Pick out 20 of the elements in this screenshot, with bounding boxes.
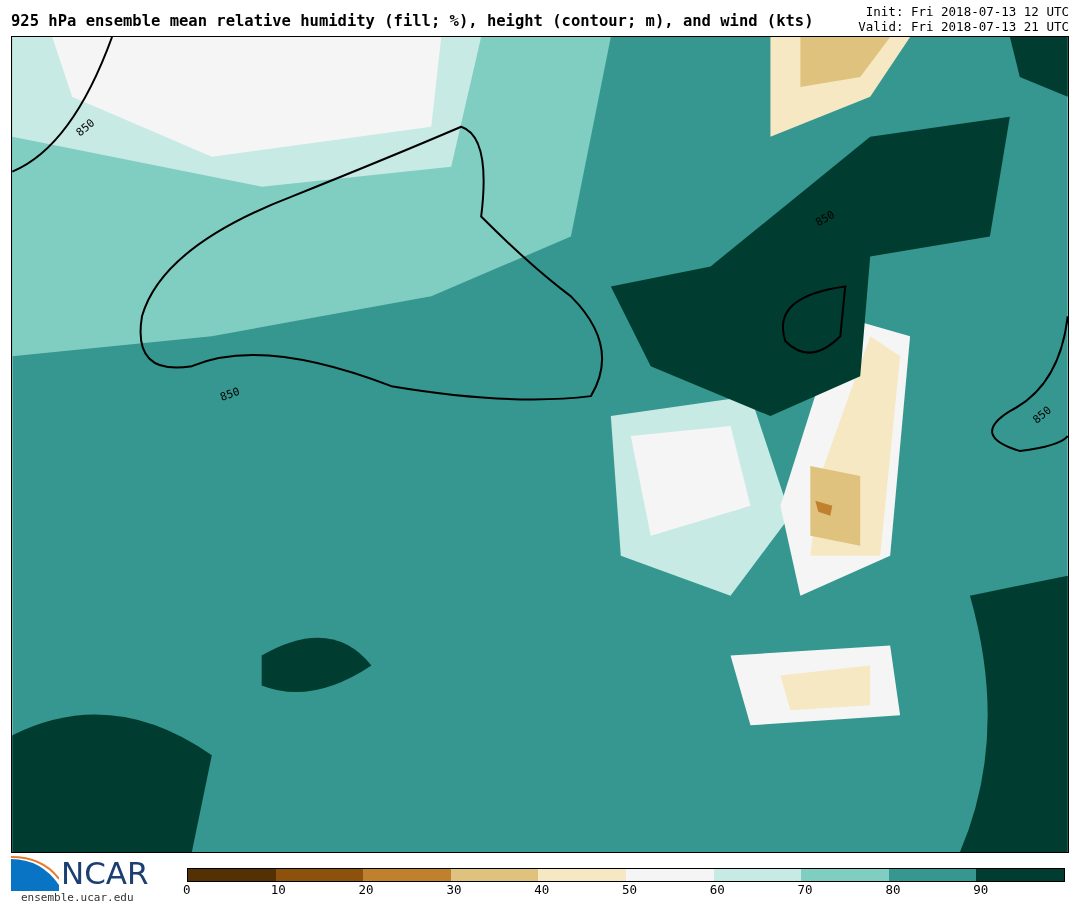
colorbar-tick-label: 60 (709, 882, 726, 897)
init-time: Init: Fri 2018-07-13 12 UTC (865, 4, 1069, 19)
colorbar-tick-label: 20 (358, 882, 375, 897)
contour-label: 850 (73, 116, 98, 140)
colorbar-tick-label: 0 (183, 882, 192, 897)
colorbar-tick-label: 80 (885, 882, 902, 897)
contour-label: 850 (218, 384, 242, 404)
colorbar-tick-label: 10 (270, 882, 287, 897)
colorbar-tick-label: 30 (446, 882, 463, 897)
colorbar-tick-label: 70 (797, 882, 814, 897)
contour-label: 850 (813, 207, 837, 230)
logo-text: NCAR (61, 855, 149, 891)
colorbar-tick-label: 90 (973, 882, 990, 897)
chart-title: 925 hPa ensemble mean relative humidity (fill; %), height (contour; m), and wind (kts) (11, 12, 814, 30)
contour-label: 850 (1030, 403, 1054, 427)
logo-icon (11, 855, 59, 891)
colorbar-tick-label: 40 (534, 882, 551, 897)
colorbar-tick-label: 50 (622, 882, 639, 897)
website-url: ensemble.ucar.edu (21, 891, 135, 904)
valid-time: Valid: Fri 2018-07-13 21 UTC (858, 19, 1069, 34)
